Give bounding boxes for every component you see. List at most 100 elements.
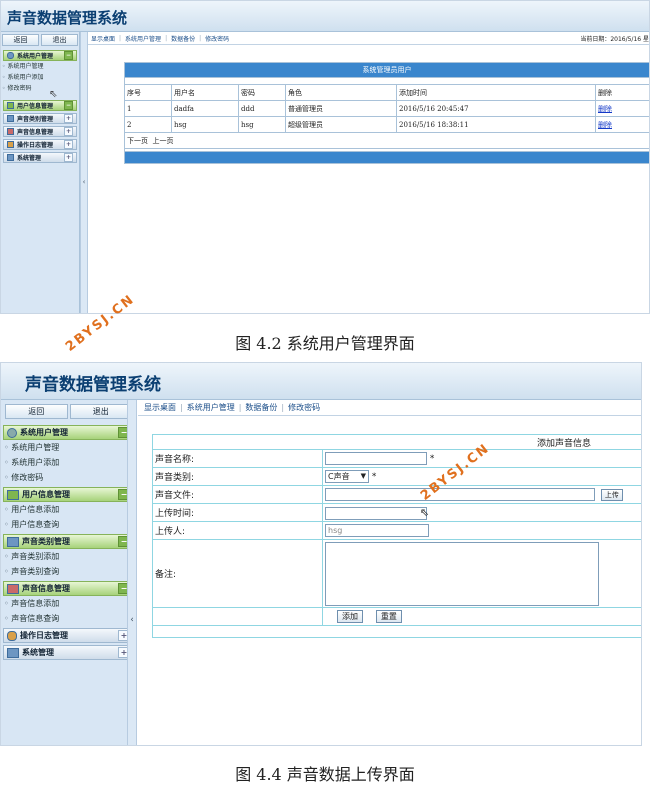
nav-link-backup[interactable]: 数据备份 bbox=[245, 402, 277, 413]
submenu-user-info: 用户信息添加 用户信息查询 bbox=[1, 502, 136, 532]
group-operation-log[interactable]: 操作日志管理 + bbox=[3, 139, 77, 150]
menu-item[interactable]: 系统用户添加 bbox=[4, 455, 136, 470]
submenu-system-user: 系统用户管理 系统用户添加 修改密码 bbox=[1, 440, 136, 485]
form-footer bbox=[152, 625, 641, 638]
calendar-icon bbox=[7, 128, 14, 135]
nav-bar: 显示桌面 | 系统用户管理 | 数据备份 | 修改密码 bbox=[138, 400, 641, 416]
form-title: 添加声音信息 bbox=[152, 434, 641, 450]
expand-icon[interactable]: + bbox=[64, 127, 73, 136]
col-header: 序号 bbox=[124, 84, 172, 101]
app-title: 声音数据管理系统 bbox=[7, 9, 128, 27]
cell-delete: 删除 bbox=[595, 116, 649, 133]
group-label: 用户信息管理 bbox=[22, 490, 70, 499]
admin-user-table: 系统管理员用户 序号 用户名 密码 角色 添加时间 删除 1 dadfa ddd… bbox=[124, 62, 649, 164]
field-cell: 上传 bbox=[322, 485, 641, 504]
table-row: 1 dadfa ddd 普通管理员 2016/5/16 20:45:47 删除 bbox=[124, 100, 649, 117]
nav-link-password[interactable]: 修改密码 bbox=[288, 402, 320, 413]
group-system-user[interactable]: 系统用户管理 − bbox=[3, 50, 77, 61]
nav-bar: 显示桌面 | 系统用户管理 | 数据备份 | 修改密码 当前日期：2016/5/16 … bbox=[88, 32, 649, 45]
sidebar-splitter[interactable]: ‹ bbox=[127, 400, 137, 745]
add-button[interactable]: 添加 bbox=[337, 610, 363, 623]
menu-item[interactable]: 声音类别查询 bbox=[4, 564, 136, 579]
nav-link-system-user[interactable]: 系统用户管理 bbox=[187, 402, 235, 413]
app-banner: 声音数据管理系统 bbox=[1, 1, 649, 32]
blank-cell bbox=[152, 607, 323, 626]
menu-item[interactable]: 系统用户添加 bbox=[2, 72, 79, 83]
calendar-icon bbox=[7, 583, 19, 594]
sound-category-select[interactable]: C声音 ▼ bbox=[325, 470, 369, 483]
col-header: 添加时间 bbox=[396, 84, 596, 101]
back-button[interactable]: 返回 bbox=[2, 34, 39, 46]
cell-role: 超级管理员 bbox=[285, 116, 397, 133]
remark-textarea[interactable] bbox=[325, 541, 599, 606]
group-operation-log[interactable]: 操作日志管理 + bbox=[3, 628, 134, 643]
col-header: 删除 bbox=[595, 84, 649, 101]
cell-delete: 删除 bbox=[595, 100, 649, 117]
uploader-input[interactable]: hsg bbox=[325, 524, 429, 537]
group-label: 用户信息管理 bbox=[17, 103, 54, 110]
group-sound-info[interactable]: 声音信息管理 − bbox=[3, 581, 134, 596]
grid-icon bbox=[7, 647, 19, 658]
group-label: 系统管理 bbox=[17, 155, 42, 162]
sidebar-buttons: 返回 退出 bbox=[1, 32, 79, 48]
gear-icon bbox=[7, 427, 17, 438]
menu-item[interactable]: 用户信息查询 bbox=[4, 517, 136, 532]
table-title: 系统管理员用户 bbox=[124, 62, 649, 78]
delete-link[interactable]: 删除 bbox=[598, 105, 612, 113]
label-remark: 备注: bbox=[152, 539, 323, 608]
group-label: 系统管理 bbox=[22, 648, 54, 657]
sound-file-input[interactable] bbox=[325, 488, 595, 501]
menu-item[interactable]: 修改密码 bbox=[2, 83, 79, 94]
menu-item[interactable]: 声音信息查询 bbox=[4, 611, 136, 626]
back-button[interactable]: 返回 bbox=[5, 404, 68, 419]
group-user-info[interactable]: 用户信息管理 − bbox=[3, 100, 77, 111]
submenu-sound-info: 声音信息添加 声音信息查询 bbox=[1, 596, 136, 626]
nav-link-desktop[interactable]: 显示桌面 bbox=[91, 34, 115, 43]
group-sound-info[interactable]: 声音信息管理 + bbox=[3, 126, 77, 137]
nav-link-password[interactable]: 修改密码 bbox=[205, 34, 229, 43]
group-sound-category[interactable]: 声音类别管理 − bbox=[3, 534, 134, 549]
group-user-info[interactable]: 用户信息管理 − bbox=[3, 487, 134, 502]
label-sound-file: 声音文件: bbox=[152, 485, 323, 504]
nav-link-backup[interactable]: 数据备份 bbox=[171, 34, 195, 43]
nav-link-system-user[interactable]: 系统用户管理 bbox=[125, 34, 161, 43]
menu-item[interactable]: 系统用户管理 bbox=[2, 61, 79, 72]
nav-link-desktop[interactable]: 显示桌面 bbox=[144, 402, 176, 413]
sidebar-splitter[interactable]: ‹ bbox=[80, 32, 88, 313]
menu-item[interactable]: 声音信息添加 bbox=[4, 596, 136, 611]
field-cell: C声音 ▼ * bbox=[322, 467, 641, 486]
menu-item[interactable]: 系统用户管理 bbox=[4, 440, 136, 455]
menu-item[interactable]: 用户信息添加 bbox=[4, 502, 136, 517]
menu-item[interactable]: 修改密码 bbox=[4, 470, 136, 485]
user-card-icon bbox=[7, 102, 14, 109]
cell-time: 2016/5/16 20:45:47 bbox=[396, 100, 596, 117]
collapse-icon[interactable]: − bbox=[64, 101, 73, 110]
group-sound-category[interactable]: 声音类别管理 + bbox=[3, 113, 77, 124]
screenshot-sound-upload: 声音数据管理系统 返回 退出 系统用户管理 − 系统用户管理 系统用户添加 修改… bbox=[0, 362, 642, 746]
menu-item[interactable]: 声音类别添加 bbox=[4, 549, 136, 564]
upload-button[interactable]: 上传 bbox=[600, 489, 623, 501]
upload-time-input[interactable] bbox=[325, 506, 427, 520]
delete-link[interactable]: 删除 bbox=[598, 121, 612, 129]
group-system-user[interactable]: 系统用户管理 − bbox=[3, 425, 134, 440]
exit-button[interactable]: 退出 bbox=[69, 404, 132, 419]
label-sound-category: 声音类别: bbox=[152, 467, 323, 486]
expand-icon[interactable]: + bbox=[64, 140, 73, 149]
group-system-admin[interactable]: 系统管理 + bbox=[3, 645, 134, 660]
exit-button[interactable]: 退出 bbox=[41, 34, 78, 46]
chevron-down-icon: ▼ bbox=[360, 472, 366, 480]
expand-icon[interactable]: + bbox=[64, 114, 73, 123]
cell-username: dadfa bbox=[171, 100, 239, 117]
person-icon bbox=[7, 141, 14, 148]
field-cell: hsg bbox=[322, 521, 641, 540]
group-label: 系统用户管理 bbox=[20, 428, 68, 437]
pager[interactable]: 下一页 上一页 bbox=[124, 132, 649, 149]
expand-icon[interactable]: + bbox=[64, 153, 73, 162]
main-panel: 显示桌面 | 系统用户管理 | 数据备份 | 修改密码 当前日期：2016/5/16 … bbox=[88, 32, 649, 313]
reset-button[interactable]: 重置 bbox=[375, 610, 402, 623]
collapse-icon[interactable]: − bbox=[64, 51, 73, 60]
col-header: 密码 bbox=[238, 84, 286, 101]
sound-name-input[interactable] bbox=[325, 452, 427, 465]
label-sound-name: 声音名称: bbox=[152, 449, 323, 468]
group-system-admin[interactable]: 系统管理 + bbox=[3, 152, 77, 163]
